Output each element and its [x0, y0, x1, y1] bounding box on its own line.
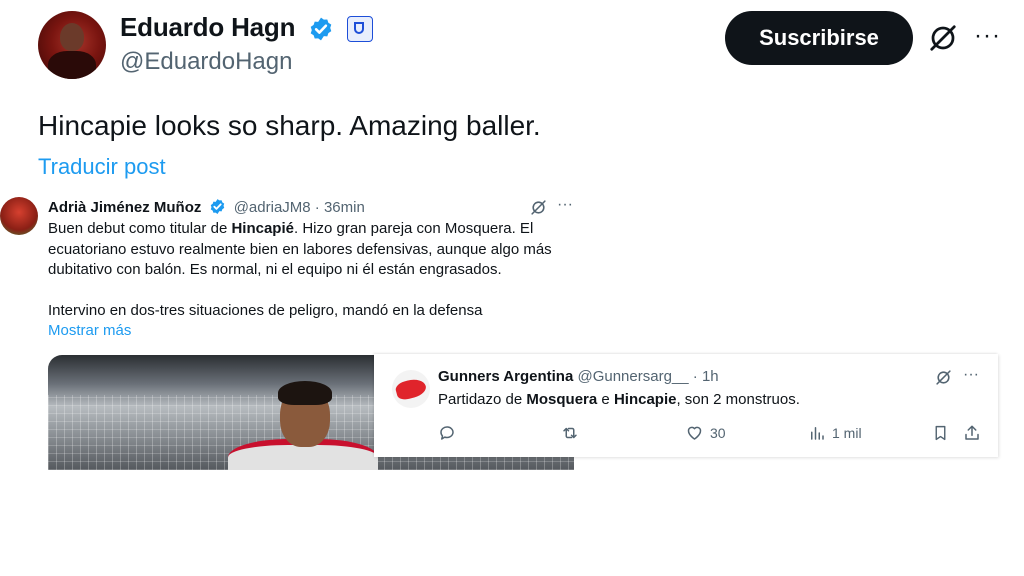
quote2-header: Gunners Argentina @Gunnersarg__ · 1h: [438, 368, 719, 385]
quote2-text-part: e: [597, 391, 614, 408]
quote2-text-bold: Mosquera: [526, 391, 598, 408]
quote1-author-avatar[interactable]: [0, 197, 38, 235]
verified-badge-icon: [210, 199, 224, 214]
author-name[interactable]: Eduardo Hagn: [120, 12, 295, 42]
quote2-separator: ·: [688, 368, 702, 385]
like-button[interactable]: 30: [685, 424, 726, 442]
grok-icon[interactable]: [928, 23, 958, 53]
heart-icon: [687, 426, 702, 440]
affiliate-badge-icon[interactable]: [347, 16, 374, 43]
quote1-text-part: Buen debut como titular de: [48, 220, 232, 237]
more-options-icon[interactable]: ···: [557, 196, 573, 214]
quote1-text-bold: Hincapié: [231, 220, 294, 237]
verified-badge-icon: [311, 17, 332, 41]
grok-icon[interactable]: [530, 199, 547, 216]
quote1-timestamp[interactable]: 36min: [324, 199, 365, 216]
repost-icon: [563, 427, 577, 439]
quote2-text-part: , son 2 monstruos.: [676, 391, 800, 408]
author-name-row[interactable]: Eduardo Hagn: [120, 12, 374, 43]
quote2-text-part: Partidazo de: [438, 391, 527, 408]
quote1-header: Adrià Jiménez Muñoz @adriaJM8 · 36min: [48, 198, 365, 216]
reply-icon: [440, 426, 454, 440]
quote2-timestamp[interactable]: 1h: [702, 368, 719, 385]
reply-button[interactable]: [438, 424, 456, 442]
quote2-text: Partidazo de Mosquera e Hincapie, son 2 …: [438, 391, 800, 408]
repost-button[interactable]: [560, 424, 580, 442]
quote1-author-name[interactable]: Adrià Jiménez Muñoz: [48, 199, 201, 216]
quote1-separator: ·: [310, 199, 324, 216]
view-count: 1 mil: [832, 425, 862, 441]
share-button[interactable]: [963, 424, 981, 442]
subscribe-button[interactable]: Suscribirse: [725, 11, 913, 65]
like-count: 30: [710, 425, 726, 441]
show-more-link[interactable]: Mostrar más: [48, 322, 131, 339]
bookmark-button[interactable]: [932, 424, 949, 442]
author-avatar[interactable]: [38, 11, 106, 79]
quote1-author-handle[interactable]: @adriaJM8: [234, 199, 311, 216]
share-icon: [965, 425, 979, 440]
quote2-text-bold: Hincapie: [613, 391, 677, 408]
translate-post-link[interactable]: Traducir post: [38, 154, 166, 180]
more-options-icon[interactable]: ···: [963, 366, 979, 384]
post-text: Hincapie looks so sharp. Amazing baller.: [38, 110, 541, 141]
more-options-icon[interactable]: ···: [974, 22, 1001, 50]
bookmark-icon: [935, 425, 946, 441]
views-button[interactable]: 1 mil: [808, 424, 862, 442]
quote2-author-avatar[interactable]: [392, 370, 430, 408]
quote2-author-handle[interactable]: @Gunnersarg__: [577, 368, 688, 385]
author-handle[interactable]: @EduardoHagn: [120, 48, 292, 76]
grok-icon[interactable]: [935, 369, 952, 386]
quote1-text-paragraph-2: Intervino en dos-tres situaciones de pel…: [48, 301, 483, 319]
quote1-text: Buen debut como titular de Hincapié. Hiz…: [48, 219, 578, 321]
quote2-author-name[interactable]: Gunners Argentina: [438, 368, 573, 385]
views-chart-icon: [811, 427, 824, 440]
